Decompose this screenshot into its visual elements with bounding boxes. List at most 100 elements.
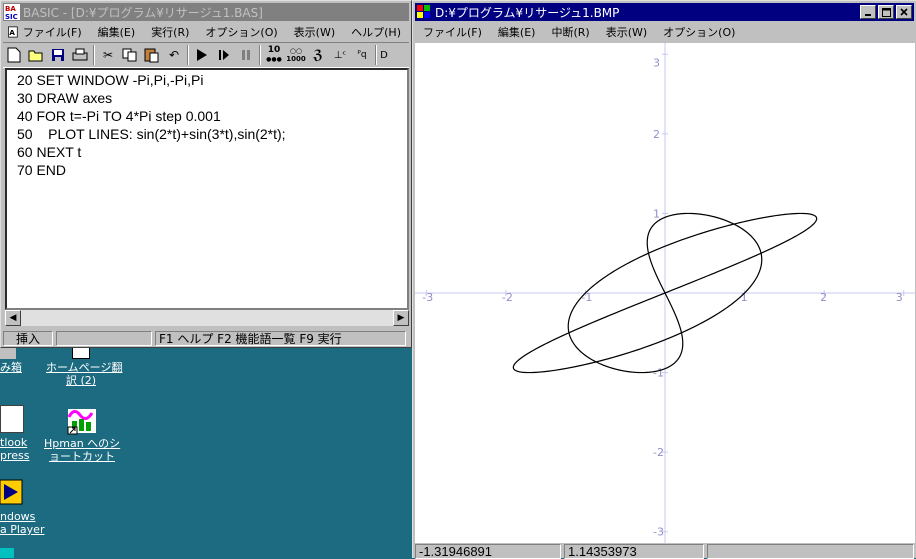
svg-text:A: A	[9, 28, 15, 37]
x-tick-label: 3	[896, 291, 903, 304]
code-line: 20 SET WINDOW -Pi,Pi,-Pi,Pi	[17, 72, 204, 88]
x-tick-label: -1	[581, 291, 592, 304]
toolbar-separator	[375, 45, 377, 65]
paint-app-icon	[417, 5, 430, 18]
basic-doc-icon[interactable]: A	[7, 24, 19, 40]
desktop-icon-label: Hpman へのシ ョートカット	[44, 437, 121, 463]
x-tick-label: -3	[422, 291, 433, 304]
close-button[interactable]	[896, 5, 912, 19]
base10-dots: ●●●	[266, 56, 282, 63]
desktop-icon-media-player[interactable]: ndows a Player	[0, 478, 45, 536]
plot-menu-break[interactable]: 中断(R)	[543, 24, 597, 40]
toolbar-separator	[187, 45, 189, 65]
desktop-icon-label: ndows a Player	[0, 510, 45, 536]
base10-icon[interactable]: 10 ●●●	[264, 45, 284, 65]
desktop-icon-label: み箱	[0, 361, 22, 374]
translate-icon	[72, 347, 90, 359]
pause-icon[interactable]	[236, 45, 256, 65]
plot-menu-view[interactable]: 表示(W)	[598, 24, 655, 40]
basic-menu-view[interactable]: 表示(W)	[286, 24, 343, 40]
desktop-icon-hpman[interactable]: Hpman へのシ ョートカット	[44, 403, 120, 463]
set-icon[interactable]: ⊥ᶜ	[330, 45, 350, 65]
basic-window: BA SIC BASIC - [D:¥プログラム¥リサージュ1.BAS] A フ…	[0, 0, 412, 348]
basic-titlebar[interactable]: BA SIC BASIC - [D:¥プログラム¥リサージュ1.BAS]	[3, 3, 409, 21]
media-player-icon	[0, 479, 23, 505]
new-file-icon[interactable]	[4, 45, 24, 65]
step-icon[interactable]	[214, 45, 234, 65]
pq-icon[interactable]: ᴾq	[352, 45, 372, 65]
plot-menubar: ファイル(F) 編集(E) 中断(R) 表示(W) オプション(O)	[415, 22, 914, 42]
code-line: 50 PLOT LINES: sin(2*t)+sin(3*t),sin(2*t…	[17, 126, 286, 142]
y-tick-label: -1	[653, 367, 664, 380]
toolbar-separator	[93, 45, 95, 65]
desktop-icon-partial	[0, 548, 14, 558]
code-editor[interactable]: 20 SET WINDOW -Pi,Pi,-Pi,Pi 30 DRAW axes 4…	[5, 68, 409, 310]
desktop-icon-outlook[interactable]: tlook press	[0, 405, 32, 462]
x-tick-label: 2	[820, 291, 827, 304]
toolbar-overflow-icon[interactable]: D	[380, 45, 388, 65]
svg-text:SIC: SIC	[5, 13, 18, 20]
basic-app-icon: BA SIC	[4, 4, 20, 20]
status-x-coordinate: -1.31946891	[415, 544, 561, 559]
paste-icon[interactable]	[142, 45, 162, 65]
copy-icon[interactable]	[120, 45, 140, 65]
debug-icon[interactable]: ℨ	[308, 45, 328, 65]
plot-window: D:¥プログラム¥リサージュ1.BMP ファイル(F) 編集(E) 中断(R) …	[412, 0, 916, 559]
basic-statusbar: 挿入 F1 ヘルプ F2 機能語一覧 F9 実行	[3, 329, 409, 347]
y-tick-label: 2	[653, 128, 660, 141]
print-icon[interactable]	[70, 45, 90, 65]
basic-menu-edit[interactable]: 編集(E)	[90, 24, 144, 40]
status-hints: F1 ヘルプ F2 機能語一覧 F9 実行	[155, 330, 406, 346]
desktop-icon-label: tlook press	[0, 436, 30, 462]
run-icon[interactable]	[192, 45, 212, 65]
y-tick-label: -2	[653, 446, 664, 459]
code-line: 30 DRAW axes	[17, 90, 113, 106]
basic-menu-help[interactable]: ヘルプ(H)	[343, 24, 409, 40]
plot-titlebar[interactable]: D:¥プログラム¥リサージュ1.BMP	[415, 3, 914, 21]
basic-menu-run[interactable]: 実行(R)	[143, 24, 197, 40]
y-tick-label: 3	[653, 56, 660, 69]
desktop-icon-label: ホームページ翻 訳 (2)	[46, 361, 123, 387]
toolbar-separator	[259, 45, 261, 65]
horizontal-scrollbar[interactable]: ◀ ▶	[5, 310, 409, 326]
close-icon	[900, 8, 908, 16]
code-line: 40 FOR t=-Pi TO 4*Pi step 0.001	[17, 108, 221, 124]
plot-menu-file[interactable]: ファイル(F)	[415, 24, 490, 40]
basic-menu-file[interactable]: ファイル(F)	[21, 24, 90, 40]
basic-menu-options[interactable]: オプション(O)	[197, 24, 285, 40]
basic-toolbar: ✂ ↶ 10 ●●● ○○ 1000 ℨ ⊥ᶜ ᴾq D	[3, 42, 409, 68]
svg-text:BA: BA	[5, 5, 16, 13]
base1000-top: ○○	[289, 47, 303, 55]
scroll-right-button[interactable]: ▶	[393, 310, 409, 326]
plot-canvas[interactable]: -3 -2 -1 1 2 3 3 2 1 -1 -2 -3	[415, 43, 915, 543]
y-tick-label: -3	[653, 526, 664, 539]
undo-icon[interactable]: ↶	[164, 45, 184, 65]
base1000-label: 1000	[286, 55, 306, 63]
basic-window-title: BASIC - [D:¥プログラム¥リサージュ1.BAS]	[23, 5, 263, 20]
minimize-button[interactable]	[860, 5, 876, 19]
base1000-icon[interactable]: ○○ 1000	[286, 45, 306, 65]
recycle-bin-icon	[0, 347, 16, 359]
basic-menubar: A ファイル(F) 編集(E) 実行(R) オプション(O) 表示(W) ヘルプ…	[3, 22, 409, 42]
plot-menu-options[interactable]: オプション(O)	[655, 24, 743, 40]
maximize-button[interactable]	[878, 5, 894, 19]
scroll-left-button[interactable]: ◀	[5, 310, 21, 326]
status-empty-panel	[707, 544, 914, 559]
desktop-icon-recycle[interactable]: み箱	[0, 347, 30, 374]
outlook-icon	[0, 405, 24, 433]
y-tick-label: 1	[653, 207, 660, 220]
plot-menu-edit[interactable]: 編集(E)	[490, 24, 544, 40]
minimize-icon	[865, 14, 871, 16]
save-icon[interactable]	[48, 45, 68, 65]
cut-icon[interactable]: ✂	[98, 45, 118, 65]
plot-window-title: D:¥プログラム¥リサージュ1.BMP	[435, 5, 620, 20]
open-folder-icon[interactable]	[26, 45, 46, 65]
status-insert-mode: 挿入	[3, 330, 53, 346]
desktop-icon-homepage-translate[interactable]: ホームページ翻 訳 (2)	[46, 347, 123, 387]
code-line: 60 NEXT t	[17, 144, 82, 160]
status-y-coordinate: 1.14353973	[564, 544, 704, 559]
hpman-icon	[67, 409, 96, 435]
code-line: 70 END	[17, 162, 67, 178]
base10-label: 10	[267, 45, 281, 55]
maximize-icon	[881, 7, 891, 17]
